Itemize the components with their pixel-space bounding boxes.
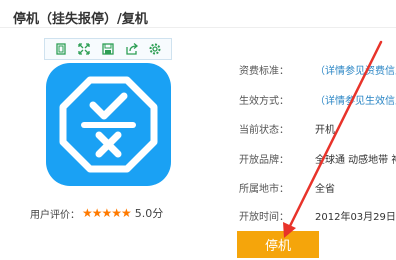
info-label: 资费标准： [239, 65, 289, 77]
share-icon[interactable] [124, 41, 140, 57]
info-label: 生效方式： [239, 95, 289, 107]
info-row-effective: 生效方式： （详情参见生效信息 [239, 92, 396, 107]
info-row-status: 当前状态： 开机 [239, 121, 335, 136]
rating-stars: ★★★★★ [82, 206, 132, 220]
brand-value: 全球通 动感地带 神 [315, 154, 396, 166]
info-label: 开放品牌： [239, 154, 289, 166]
rating-label: 用户评价： [30, 209, 80, 221]
effective-detail-link[interactable]: （详情参见生效信息 [315, 92, 396, 107]
info-row-open-time: 开放时间： 2012年03月29日-- [239, 208, 396, 223]
info-row-city: 所属地市： 全省 [239, 180, 335, 195]
info-label: 所属地市： [239, 183, 289, 195]
rating-score: 5.0分 [134, 207, 164, 220]
settings-icon[interactable] [147, 41, 163, 57]
info-label: 当前状态： [239, 124, 289, 136]
icon-toolbar [44, 38, 172, 60]
page-title: 停机（挂失报停）/复机 [13, 12, 148, 27]
copy-icon[interactable] [53, 41, 69, 57]
expand-icon[interactable] [76, 41, 92, 57]
plus-minus-multiply-octagon-icon [59, 76, 158, 173]
status-value: 开机 [315, 124, 335, 136]
title-divider [0, 27, 396, 28]
info-label: 开放时间： [239, 211, 289, 223]
fee-detail-link[interactable]: （详情参见资费信息 [315, 62, 396, 77]
city-value: 全省 [315, 183, 335, 195]
save-icon[interactable] [100, 41, 116, 57]
info-row-brand: 开放品牌： 全球通 动感地带 神 [239, 151, 396, 166]
user-rating: 用户评价： ★★★★★ 5.0分 [30, 205, 163, 221]
stop-service-button[interactable]: 停机 [237, 231, 319, 258]
app-icon [46, 63, 171, 186]
info-row-fee: 资费标准： （详情参见资费信息 [239, 62, 396, 77]
open-time-value: 2012年03月29日-- [315, 211, 396, 223]
